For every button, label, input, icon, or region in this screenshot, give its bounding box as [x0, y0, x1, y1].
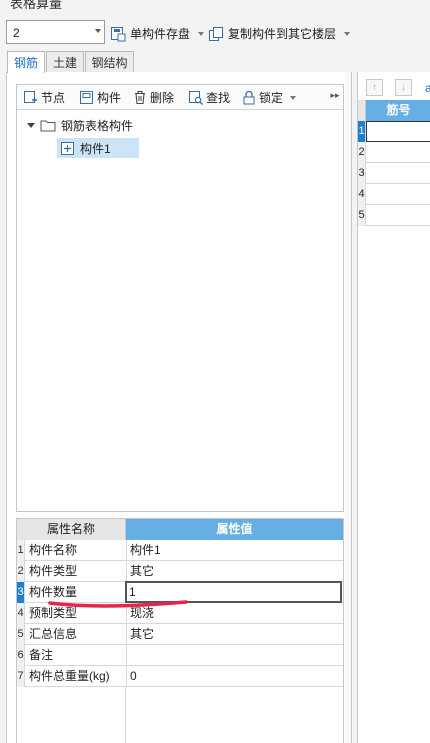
detail-row[interactable]: 2 — [358, 142, 430, 163]
property-grid-header: 属性名称 属性值 — [17, 519, 343, 540]
property-name: 备注 — [29, 648, 54, 662]
row-index: 3 — [17, 582, 25, 603]
header-corner — [358, 100, 366, 121]
add-node-button[interactable]: 节点 — [23, 89, 65, 106]
row-index: 2 — [358, 142, 366, 163]
trash-icon — [135, 90, 145, 105]
property-row-selected[interactable]: 3 构件数量 1 — [17, 581, 343, 603]
overflow-more-icon[interactable]: ▸▸ — [329, 90, 341, 104]
property-name: 汇总信息 — [29, 627, 78, 641]
tab-rebar-label: 钢筋 — [13, 56, 38, 70]
tree-item-label: 构件1 — [80, 141, 111, 156]
detail-grid-header: 筋号 — [358, 100, 430, 121]
tree-item-component[interactable]: 构件1 — [57, 138, 139, 158]
save-component-button[interactable]: 单构件存盘 — [110, 25, 205, 42]
column-divider — [125, 687, 126, 743]
floor-select-value: 2 — [13, 26, 20, 40]
chevron-down-icon — [95, 29, 101, 33]
move-up-icon[interactable]: ↑ — [366, 79, 383, 96]
chevron-down-icon — [198, 31, 205, 36]
tab-civil[interactable]: 土建 — [46, 51, 84, 72]
tab-steel-label: 钢结构 — [91, 55, 128, 70]
property-name: 构件类型 — [29, 564, 78, 578]
component-icon — [80, 91, 93, 104]
detail-row[interactable]: 3 — [358, 163, 430, 184]
left-panel-scrollbar[interactable] — [345, 72, 351, 743]
search-icon — [189, 91, 203, 105]
row-index: 2 — [17, 561, 25, 582]
property-row[interactable]: 6 备注 — [17, 645, 343, 666]
row-index: 6 — [17, 645, 25, 666]
property-name: 构件数量 — [29, 585, 78, 599]
header-property-name: 属性名称 — [17, 519, 126, 540]
row-index: 5 — [358, 205, 366, 226]
row-index: 7 — [17, 666, 25, 687]
property-value[interactable]: 0 — [126, 666, 343, 687]
property-row[interactable]: 5 汇总信息 其它 — [17, 624, 343, 645]
tree-toolbar: 节点 构件 删除 查找 锁定 ▸▸ — [17, 85, 343, 110]
find-button[interactable]: 查找 — [188, 89, 230, 106]
add-node-icon — [24, 91, 37, 103]
folder-icon — [40, 120, 56, 132]
property-value-editor[interactable]: 1 — [125, 581, 342, 603]
lock-button[interactable]: 锁定 — [242, 89, 297, 106]
copy-icon — [209, 26, 223, 41]
property-value[interactable]: 其它 — [126, 561, 343, 582]
component-tree-panel: 节点 构件 删除 查找 锁定 ▸▸ 钢筋表格构件 构件1 — [16, 84, 344, 512]
header-bar-number: 筋号 — [366, 100, 430, 121]
row-index: 4 — [358, 184, 366, 205]
save-component-label: 单构件存盘 — [130, 27, 191, 41]
rebar-detail-panel: ↑ ↓ a 筋号 1 2 3 4 5 — [357, 72, 430, 743]
tree-root-item[interactable]: 钢筋表格构件 — [27, 117, 133, 134]
detail-toolbar: ↑ ↓ a — [358, 76, 430, 98]
tab-rebar[interactable]: 钢筋 — [7, 51, 45, 73]
copy-to-floors-button[interactable]: 复制构件到其它楼层 — [208, 25, 351, 42]
add-node-label: 节点 — [41, 91, 66, 105]
window-title: 表格算量 — [10, 0, 63, 11]
property-value[interactable]: 构件1 — [126, 540, 343, 561]
tab-steel[interactable]: 钢结构 — [85, 51, 134, 72]
property-name: 构件总重量(kg) — [29, 669, 110, 683]
property-row[interactable]: 1 构件名称 构件1 — [17, 540, 343, 561]
detail-toolbar-partial-label[interactable]: a — [425, 81, 430, 95]
row-index: 1 — [358, 121, 366, 142]
move-down-icon[interactable]: ↓ — [395, 79, 412, 96]
property-row[interactable]: 4 预制类型 现浇 — [17, 603, 343, 624]
detail-row[interactable]: 1 — [358, 121, 430, 142]
property-name: 构件名称 — [29, 543, 78, 557]
lock-label: 锁定 — [259, 91, 284, 105]
add-component-label: 构件 — [97, 91, 122, 105]
property-value[interactable] — [126, 645, 343, 666]
property-value[interactable]: 现浇 — [126, 603, 343, 624]
copy-to-floors-label: 复制构件到其它楼层 — [228, 27, 337, 41]
delete-button[interactable]: 删除 — [133, 89, 174, 106]
detail-row[interactable]: 5 — [358, 205, 430, 226]
expand-triangle-icon[interactable] — [27, 123, 35, 128]
component-node-icon — [61, 141, 74, 155]
floor-select[interactable]: 2 — [6, 20, 105, 44]
property-name: 预制类型 — [29, 606, 78, 620]
find-label: 查找 — [206, 91, 231, 105]
header-property-value: 属性值 — [126, 519, 343, 540]
chevron-down-icon — [344, 31, 351, 36]
property-value[interactable]: 其它 — [126, 624, 343, 645]
row-index: 4 — [17, 603, 25, 624]
detail-row[interactable]: 4 — [358, 184, 430, 205]
tree-root-label: 钢筋表格构件 — [61, 119, 134, 133]
delete-label: 删除 — [150, 91, 175, 105]
chevron-down-icon — [290, 95, 297, 100]
property-row[interactable]: 2 构件类型 其它 — [17, 561, 343, 582]
property-row[interactable]: 7 构件总重量(kg) 0 — [17, 666, 343, 687]
row-index: 5 — [17, 624, 25, 645]
detail-cell-selected[interactable] — [366, 121, 430, 142]
save-icon — [111, 26, 126, 41]
lock-icon — [243, 90, 255, 105]
row-index: 3 — [358, 163, 366, 184]
property-grid: 属性名称 属性值 1 构件名称 构件1 2 构件类型 其它 3 构件数量 1 4… — [16, 518, 344, 743]
row-index: 1 — [17, 540, 25, 561]
add-component-button[interactable]: 构件 — [79, 89, 121, 106]
tab-civil-label: 土建 — [52, 55, 77, 70]
